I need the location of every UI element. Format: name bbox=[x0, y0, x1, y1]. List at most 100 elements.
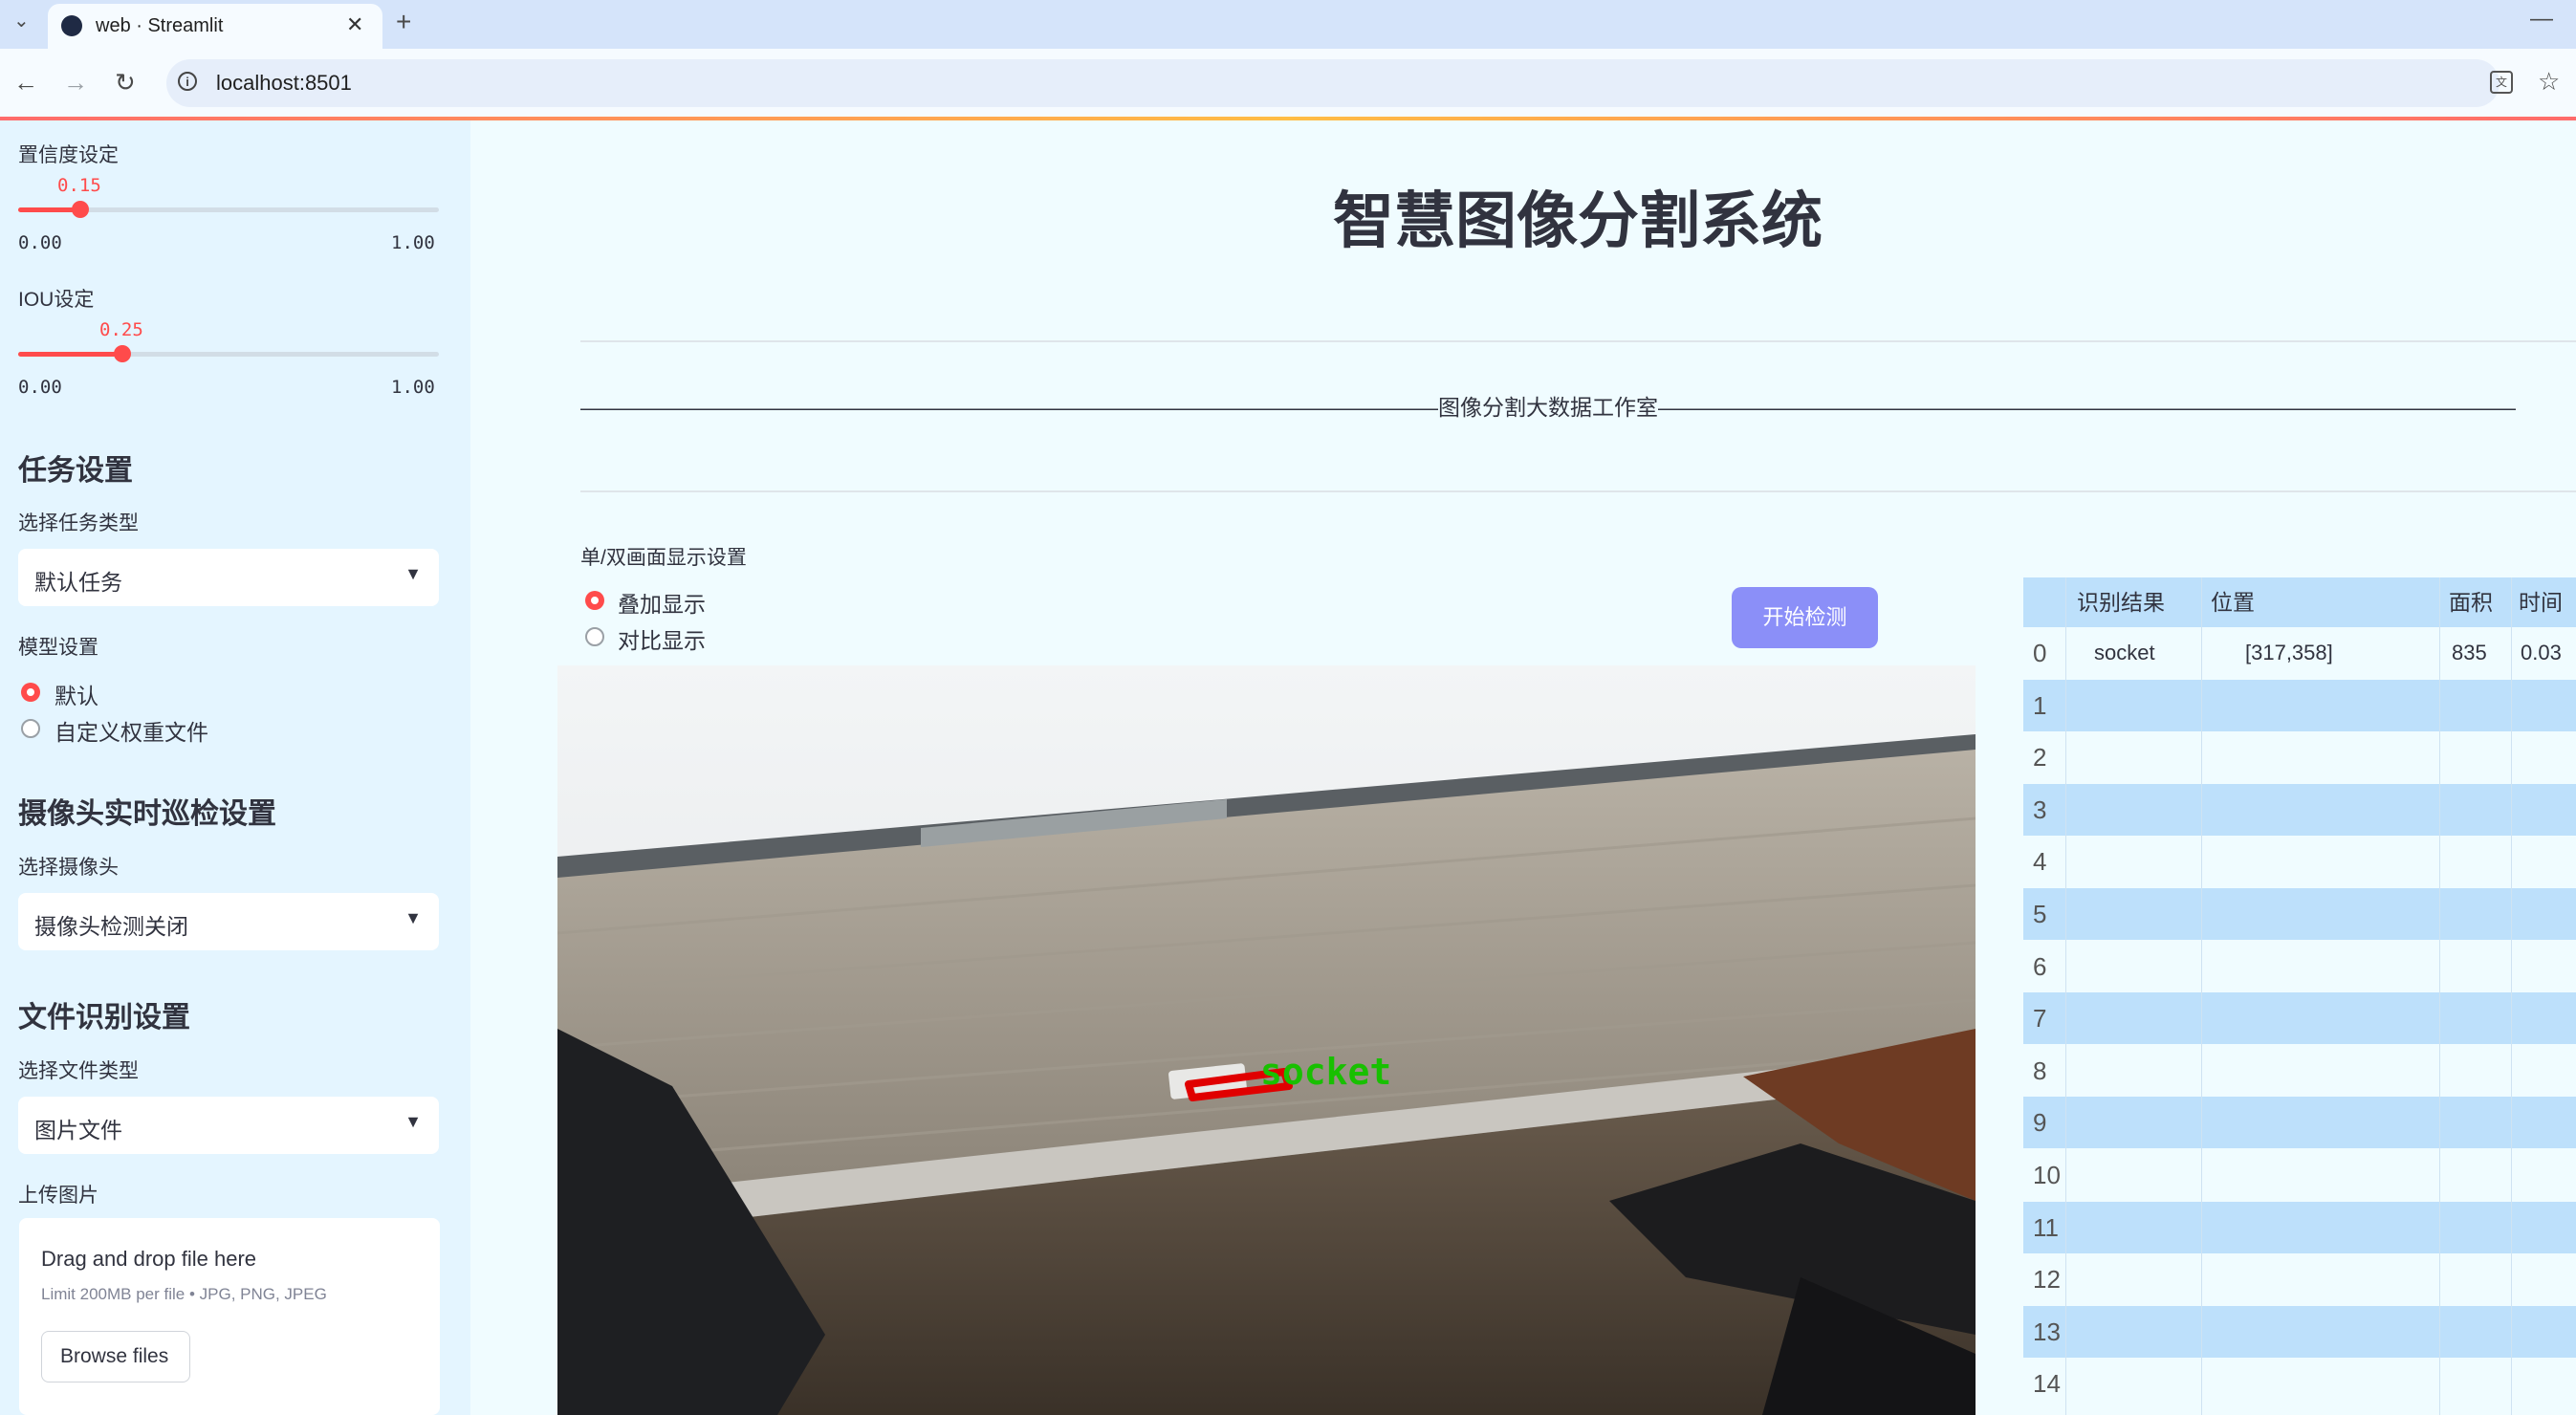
browse-files-label: Browse files bbox=[60, 1345, 169, 1367]
minimize-icon[interactable]: — bbox=[2530, 8, 2553, 31]
detection-label-text: socket bbox=[1260, 1051, 1391, 1093]
upload-label: 上传图片 bbox=[18, 1185, 98, 1207]
browse-files-button[interactable]: Browse files bbox=[41, 1331, 190, 1382]
iou-slider-fill bbox=[18, 352, 123, 357]
row-index: 9 bbox=[2033, 1108, 2047, 1138]
table-row[interactable]: 3 bbox=[2023, 783, 2576, 836]
row-index: 7 bbox=[2033, 1004, 2047, 1034]
confidence-slider-thumb[interactable] bbox=[72, 201, 89, 218]
model-radio-default[interactable] bbox=[21, 683, 40, 702]
row-index: 13 bbox=[2033, 1317, 2061, 1346]
table-row[interactable]: 9 bbox=[2023, 1097, 2576, 1149]
browser-tab[interactable]: web · Streamlit ✕ bbox=[48, 4, 382, 49]
table-row[interactable]: 1 bbox=[2023, 679, 2576, 731]
dropzone-limit: Limit 200MB per file • JPG, PNG, JPEG bbox=[41, 1285, 327, 1303]
table-col-divider bbox=[2065, 577, 2066, 1415]
confidence-value: 0.15 bbox=[57, 175, 101, 196]
row-index: 12 bbox=[2033, 1265, 2061, 1295]
header-position[interactable]: 位置 bbox=[2211, 577, 2255, 629]
camera-select[interactable]: 摄像头检测关闭 ▼ bbox=[18, 893, 439, 950]
row-index: 0 bbox=[2033, 639, 2047, 667]
back-icon[interactable]: ← bbox=[13, 70, 38, 95]
row-index: 1 bbox=[2033, 690, 2047, 720]
row-index: 3 bbox=[2033, 795, 2047, 824]
file-dropzone[interactable]: Drag and drop file here Limit 200MB per … bbox=[19, 1218, 440, 1415]
url-field[interactable]: i localhost:8501 bbox=[166, 59, 2500, 107]
studio-divider-text: ———————————————————————————————————————图… bbox=[580, 395, 2516, 420]
table-row[interactable]: 13 bbox=[2023, 1305, 2576, 1358]
task-type-label: 选择任务类型 bbox=[18, 512, 139, 534]
row-index: 10 bbox=[2033, 1161, 2061, 1189]
table-row[interactable]: 2 bbox=[2023, 731, 2576, 783]
detection-result-image: socket bbox=[557, 665, 1976, 1415]
table-row[interactable]: 14 bbox=[2023, 1358, 2576, 1409]
task-settings-header: 任务设置 bbox=[18, 455, 133, 487]
header-result[interactable]: 识别结果 bbox=[2077, 577, 2165, 629]
table-row[interactable]: 7 bbox=[2023, 992, 2576, 1045]
cell-position: [317,358] bbox=[2245, 641, 2333, 664]
row-index: 6 bbox=[2033, 951, 2047, 981]
camera-select-label: 选择摄像头 bbox=[18, 857, 119, 879]
cell-area: 835 bbox=[2452, 641, 2487, 664]
table-row[interactable]: 8 bbox=[2023, 1045, 2576, 1097]
chevron-down-icon: ▼ bbox=[404, 1112, 422, 1131]
results-table: 识别结果 位置 面积 时间 0 socket [317,358] 835 0.03 1 2 3… bbox=[2023, 577, 2576, 1415]
top-divider bbox=[580, 340, 2576, 342]
table-col-divider bbox=[2201, 577, 2202, 1415]
chevron-down-icon: ▼ bbox=[404, 564, 422, 583]
iou-label: IOU设定 bbox=[18, 289, 95, 311]
table-row[interactable]: 0 socket [317,358] 835 0.03 bbox=[2023, 627, 2576, 679]
bookmark-star-icon[interactable]: ☆ bbox=[2538, 69, 2560, 94]
url-text: localhost:8501 bbox=[216, 71, 352, 95]
iou-max: 1.00 bbox=[391, 377, 435, 398]
row-index: 2 bbox=[2033, 743, 2047, 773]
new-tab-icon[interactable]: + bbox=[396, 9, 411, 35]
cell-result: socket bbox=[2094, 641, 2155, 664]
display-option-compare[interactable]: 对比显示 bbox=[618, 622, 706, 655]
row-index: 5 bbox=[2033, 900, 2047, 928]
table-row[interactable]: 12 bbox=[2023, 1253, 2576, 1305]
confidence-min: 0.00 bbox=[18, 232, 62, 253]
camera-select-value: 摄像头检测关闭 bbox=[34, 914, 188, 939]
file-type-select[interactable]: 图片文件 ▼ bbox=[18, 1097, 439, 1154]
camera-settings-header: 摄像头实时巡检设置 bbox=[18, 798, 276, 830]
display-radio-compare[interactable] bbox=[585, 627, 604, 646]
display-radio-overlay[interactable] bbox=[585, 591, 604, 610]
file-type-value: 图片文件 bbox=[34, 1118, 122, 1143]
confidence-label: 置信度设定 bbox=[18, 144, 119, 166]
table-col-divider bbox=[2511, 577, 2512, 1415]
tab-close-icon[interactable]: ✕ bbox=[346, 12, 363, 37]
tab-title: web · Streamlit bbox=[96, 15, 224, 36]
row-index: 14 bbox=[2033, 1369, 2061, 1399]
forward-icon[interactable]: → bbox=[63, 70, 88, 95]
table-row[interactable]: 10 bbox=[2023, 1149, 2576, 1201]
iou-value: 0.25 bbox=[99, 319, 143, 340]
start-detection-button[interactable]: 开始检测 bbox=[1732, 587, 1878, 648]
table-row[interactable]: 6 bbox=[2023, 941, 2576, 992]
browser-tab-bar bbox=[0, 0, 2576, 49]
table-row[interactable]: 11 bbox=[2023, 1201, 2576, 1253]
table-row[interactable]: 4 bbox=[2023, 836, 2576, 887]
header-time[interactable]: 时间 bbox=[2519, 577, 2563, 629]
iou-slider-thumb[interactable] bbox=[114, 345, 131, 362]
chevron-down-icon: ▼ bbox=[404, 908, 422, 927]
model-option-custom[interactable]: 自定义权重文件 bbox=[55, 714, 208, 747]
bottom-divider bbox=[580, 490, 2576, 492]
task-type-select[interactable]: 默认任务 ▼ bbox=[18, 549, 439, 606]
table-row[interactable]: 5 bbox=[2023, 888, 2576, 940]
iou-min: 0.00 bbox=[18, 377, 62, 398]
site-info-icon[interactable]: i bbox=[178, 72, 197, 91]
cell-time: 0.03 bbox=[2521, 641, 2562, 664]
table-col-divider bbox=[2439, 577, 2440, 1415]
header-area[interactable]: 面积 bbox=[2449, 577, 2493, 629]
file-type-label: 选择文件类型 bbox=[18, 1060, 139, 1082]
model-option-default[interactable]: 默认 bbox=[55, 678, 98, 710]
table-header-row: 识别结果 位置 面积 时间 bbox=[2023, 577, 2576, 627]
model-radio-custom[interactable] bbox=[21, 719, 40, 738]
display-option-overlay[interactable]: 叠加显示 bbox=[618, 586, 706, 619]
translate-icon[interactable]: 文 bbox=[2490, 71, 2513, 94]
reload-icon[interactable]: ↻ bbox=[115, 70, 136, 95]
model-settings-label: 模型设置 bbox=[18, 637, 98, 659]
streamlit-favicon-icon bbox=[61, 15, 82, 36]
tab-search-chevron-icon[interactable]: ⌄ bbox=[13, 11, 30, 31]
